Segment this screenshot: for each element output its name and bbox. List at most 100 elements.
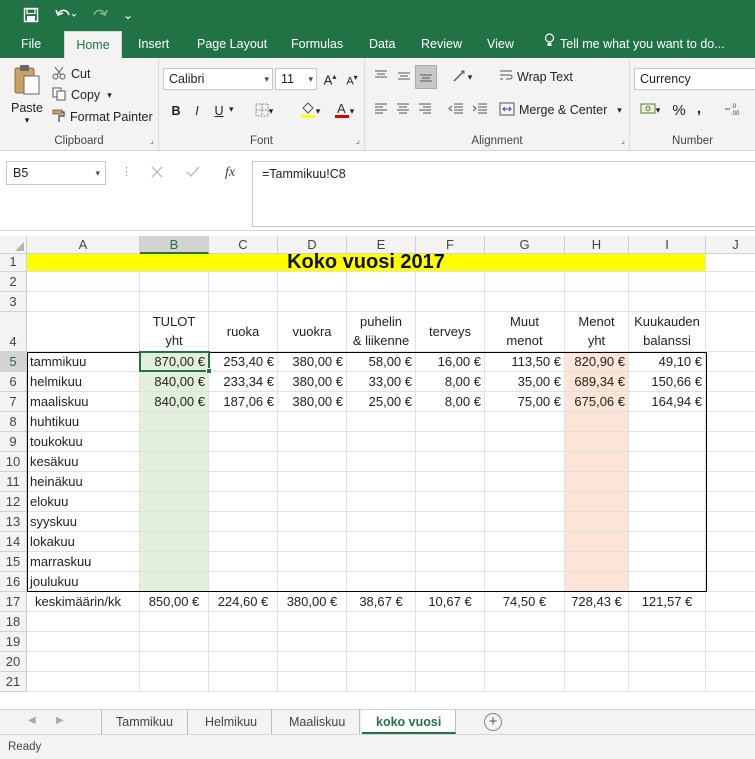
merge-center-button[interactable]: Merge & Center ▾	[499, 100, 622, 120]
cell-h19[interactable]	[565, 632, 629, 652]
cell-b9[interactable]	[140, 432, 209, 452]
cell-i13[interactable]	[629, 512, 706, 532]
average-cell[interactable]: 121,57 €	[629, 592, 706, 612]
average-cell[interactable]: 38,67 €	[347, 592, 416, 612]
cell-a19[interactable]	[27, 632, 140, 652]
cell-a20[interactable]	[27, 652, 140, 672]
cell-c3[interactable]	[209, 292, 278, 312]
row-header-1[interactable]: 1	[0, 254, 27, 272]
month-label[interactable]: elokuu	[27, 492, 140, 512]
cell-g11[interactable]	[485, 472, 565, 492]
cell-f2[interactable]	[416, 272, 485, 292]
data-cell[interactable]: 113,50 €	[485, 352, 565, 372]
month-label[interactable]: lokakuu	[27, 532, 140, 552]
cell-f19[interactable]	[416, 632, 485, 652]
cell-d14[interactable]	[278, 532, 347, 552]
row-header-17[interactable]: 17	[0, 592, 27, 612]
cell-j6[interactable]	[706, 372, 755, 392]
format-painter-button[interactable]: Format Painter	[52, 107, 153, 127]
month-label[interactable]: syyskuu	[27, 512, 140, 532]
cell-i11[interactable]	[629, 472, 706, 492]
cell-c12[interactable]	[209, 492, 278, 512]
increase-font-size-button[interactable]: A▴	[321, 70, 339, 90]
data-cell[interactable]: 16,00 €	[416, 352, 485, 372]
row-header-2[interactable]: 2	[0, 272, 27, 292]
cell-j12[interactable]	[706, 492, 755, 512]
customize-quick-access-icon[interactable]: ⌄	[120, 4, 136, 26]
cell-g15[interactable]	[485, 552, 565, 572]
data-cell[interactable]: 150,66 €	[629, 372, 706, 392]
cell-b16[interactable]	[140, 572, 209, 592]
cell-e14[interactable]	[347, 532, 416, 552]
copy-button[interactable]: Copy ▾	[52, 85, 112, 105]
data-cell[interactable]: 380,00 €	[278, 372, 347, 392]
cell-g12[interactable]	[485, 492, 565, 512]
column-header-c[interactable]: C	[209, 236, 278, 254]
cell-h21[interactable]	[565, 672, 629, 692]
month-label[interactable]: huhtikuu	[27, 412, 140, 432]
average-cell[interactable]: 728,43 €	[565, 592, 629, 612]
cell-d9[interactable]	[278, 432, 347, 452]
scroll-right-sheets-icon[interactable]: ▶	[56, 715, 64, 726]
cell-g2[interactable]	[485, 272, 565, 292]
data-cell[interactable]: 840,00 €	[140, 392, 209, 412]
cell-b2[interactable]	[140, 272, 209, 292]
row-header-18[interactable]: 18	[0, 612, 27, 632]
data-cell[interactable]: 840,00 €	[140, 372, 209, 392]
cell-a21[interactable]	[27, 672, 140, 692]
bottom-align-button[interactable]	[415, 65, 437, 89]
cell-e2[interactable]	[347, 272, 416, 292]
month-label[interactable]: toukokuu	[27, 432, 140, 452]
cell-b3[interactable]	[140, 292, 209, 312]
column-title-e[interactable]: puhelin & liikenne	[347, 312, 416, 352]
month-label[interactable]: helmikuu	[27, 372, 140, 392]
scroll-left-sheets-icon[interactable]: ◀	[28, 715, 36, 726]
cell-b11[interactable]	[140, 472, 209, 492]
cell-c8[interactable]	[209, 412, 278, 432]
cell-c15[interactable]	[209, 552, 278, 572]
row-header-6[interactable]: 6	[0, 372, 27, 392]
cell-i9[interactable]	[629, 432, 706, 452]
cell-b15[interactable]	[140, 552, 209, 572]
month-label[interactable]: heinäkuu	[27, 472, 140, 492]
insert-function-button[interactable]: fx	[214, 161, 246, 185]
data-cell[interactable]: 689,34 €	[565, 372, 629, 392]
cell-f16[interactable]	[416, 572, 485, 592]
cell-g20[interactable]	[485, 652, 565, 672]
align-right-button[interactable]	[415, 100, 435, 120]
paste-button[interactable]: Paste ▾	[9, 64, 45, 130]
font-name-select[interactable]: Calibri ▾	[163, 68, 273, 90]
cell-d21[interactable]	[278, 672, 347, 692]
cell-c14[interactable]	[209, 532, 278, 552]
cell-h3[interactable]	[565, 292, 629, 312]
cell-j16[interactable]	[706, 572, 755, 592]
average-cell[interactable]: 380,00 €	[278, 592, 347, 612]
cell-j1[interactable]	[706, 254, 755, 272]
confirm-entry-button[interactable]	[176, 161, 210, 185]
sheet-tab-maaliskuu[interactable]: Maaliskuu	[275, 710, 361, 734]
cell-c21[interactable]	[209, 672, 278, 692]
sheet-tab-helmikuu[interactable]: Helmikuu	[191, 710, 273, 734]
row-header-20[interactable]: 20	[0, 652, 27, 672]
column-title-h[interactable]: Menot yht	[565, 312, 629, 352]
row-header-14[interactable]: 14	[0, 532, 27, 552]
paste-dropdown-icon[interactable]: ▾	[25, 115, 30, 126]
row-header-4[interactable]: 4	[0, 312, 27, 352]
save-icon[interactable]	[20, 4, 42, 26]
data-cell[interactable]: 8,00 €	[416, 392, 485, 412]
cell-j11[interactable]	[706, 472, 755, 492]
redo-icon[interactable]	[86, 4, 114, 26]
cell-i3[interactable]	[629, 292, 706, 312]
cell-f13[interactable]	[416, 512, 485, 532]
cell-b8[interactable]	[140, 412, 209, 432]
fill-handle[interactable]	[206, 368, 212, 374]
cell-c20[interactable]	[209, 652, 278, 672]
decrease-font-size-button[interactable]: A▾	[343, 70, 361, 90]
number-format-select[interactable]: Currency	[634, 68, 755, 90]
cell-d15[interactable]	[278, 552, 347, 572]
cell-d10[interactable]	[278, 452, 347, 472]
cell-e20[interactable]	[347, 652, 416, 672]
cell-b21[interactable]	[140, 672, 209, 692]
cell-h12[interactable]	[565, 492, 629, 512]
italic-button[interactable]: I	[188, 100, 206, 122]
